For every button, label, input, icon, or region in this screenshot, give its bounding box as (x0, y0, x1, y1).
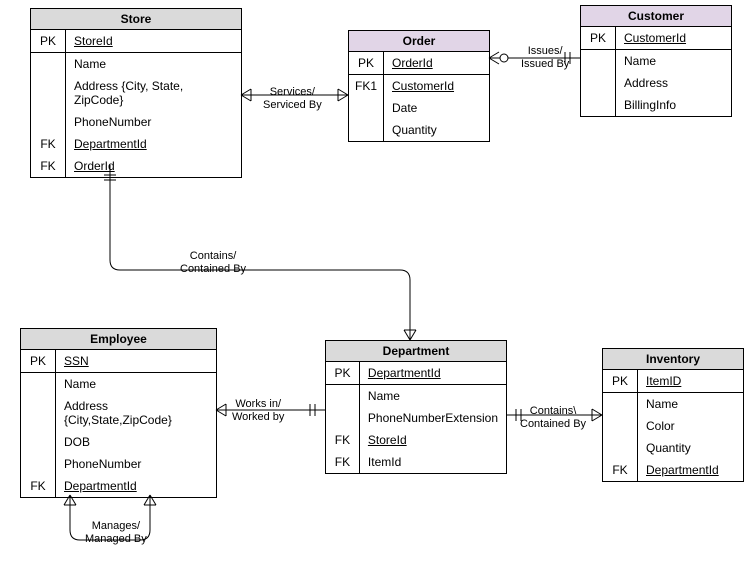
key-cell: PK (603, 370, 638, 393)
attr-cell: StoreId (66, 30, 242, 53)
key-cell: FK (31, 155, 66, 177)
key-cell (31, 75, 66, 111)
key-cell (21, 373, 56, 396)
attr-cell: OrderId (384, 52, 490, 75)
rel-order-customer: Issues/Issued By (521, 45, 569, 71)
attr-cell: PhoneNumber (56, 453, 217, 475)
attr-cell: CustomerId (384, 75, 490, 98)
attr-cell: DOB (56, 431, 217, 453)
attr-cell: PhoneNumber (66, 111, 242, 133)
rel-department-inventory: Contains\Contained By (520, 405, 586, 431)
key-cell (581, 50, 616, 73)
attr-cell: StoreId (359, 429, 506, 451)
attr-cell: Address (616, 72, 732, 94)
entity-customer-body: PKCustomerId Name Address BillingInfo (581, 27, 731, 116)
key-cell (21, 431, 56, 453)
key-cell (326, 407, 359, 429)
key-cell (21, 395, 56, 431)
entity-store-header: Store (31, 9, 241, 30)
attr-cell: Name (359, 385, 506, 408)
entity-order: Order PKOrderId FK1CustomerId Date Quant… (348, 30, 490, 142)
entity-customer: Customer PKCustomerId Name Address Billi… (580, 5, 732, 117)
attr-cell: Name (616, 50, 732, 73)
attr-cell: ItemId (359, 451, 506, 473)
key-cell: FK (603, 459, 638, 481)
attr-cell: DepartmentId (66, 133, 242, 155)
attr-cell: Name (66, 53, 242, 76)
key-cell (349, 97, 384, 119)
entity-store-body: PKStoreId Name Address {City, State, Zip… (31, 30, 241, 177)
key-cell (581, 94, 616, 116)
key-cell: PK (581, 27, 616, 50)
attr-cell: Quantity (384, 119, 490, 141)
key-cell (31, 53, 66, 76)
entity-employee-body: PKSSN Name Address {City,State,ZipCode} … (21, 350, 216, 497)
key-cell: PK (326, 362, 359, 385)
rel-employee-self: Manages/Managed By (85, 520, 147, 546)
attr-cell: Address {City,State,ZipCode} (56, 395, 217, 431)
entity-order-header: Order (349, 31, 489, 52)
key-cell (603, 415, 638, 437)
attr-cell: SSN (56, 350, 217, 373)
entity-customer-header: Customer (581, 6, 731, 27)
attr-cell: DepartmentId (56, 475, 217, 497)
entity-store: Store PKStoreId Name Address {City, Stat… (30, 8, 242, 178)
key-cell (603, 393, 638, 416)
entity-inventory-body: PKItemID Name Color Quantity FKDepartmen… (603, 370, 743, 481)
attr-cell: CustomerId (616, 27, 732, 50)
key-cell: PK (349, 52, 384, 75)
key-cell (603, 437, 638, 459)
entity-order-body: PKOrderId FK1CustomerId Date Quantity (349, 52, 489, 141)
attr-cell: PhoneNumberExtension (359, 407, 506, 429)
key-cell: FK (326, 429, 359, 451)
attr-cell: Quantity (638, 437, 744, 459)
key-cell: FK (31, 133, 66, 155)
key-cell (326, 385, 359, 408)
key-cell (581, 72, 616, 94)
entity-department: Department PKDepartmentId Name PhoneNumb… (325, 340, 507, 474)
attr-cell: Name (56, 373, 217, 396)
attr-cell: ItemID (638, 370, 744, 393)
entity-inventory-header: Inventory (603, 349, 743, 370)
key-cell: PK (21, 350, 56, 373)
entity-inventory: Inventory PKItemID Name Color Quantity F… (602, 348, 744, 482)
attr-cell: Color (638, 415, 744, 437)
key-cell: PK (31, 30, 66, 53)
attr-cell: OrderId (66, 155, 242, 177)
key-cell (349, 119, 384, 141)
attr-cell: Name (638, 393, 744, 416)
entity-employee: Employee PKSSN Name Address {City,State,… (20, 328, 217, 498)
key-cell: FK (326, 451, 359, 473)
attr-cell: Date (384, 97, 490, 119)
key-cell: FK1 (349, 75, 384, 98)
attr-cell: DepartmentId (638, 459, 744, 481)
key-cell: FK (21, 475, 56, 497)
entity-employee-header: Employee (21, 329, 216, 350)
entity-department-header: Department (326, 341, 506, 362)
attr-cell: BillingInfo (616, 94, 732, 116)
entity-department-body: PKDepartmentId Name PhoneNumberExtension… (326, 362, 506, 473)
rel-store-department: Contains/Contained By (180, 250, 246, 276)
attr-cell: DepartmentId (359, 362, 506, 385)
attr-cell: Address {City, State, ZipCode} (66, 75, 242, 111)
key-cell (31, 111, 66, 133)
rel-employee-department: Works in/Worked by (232, 398, 284, 424)
rel-store-order: Services/Serviced By (263, 86, 322, 112)
key-cell (21, 453, 56, 475)
